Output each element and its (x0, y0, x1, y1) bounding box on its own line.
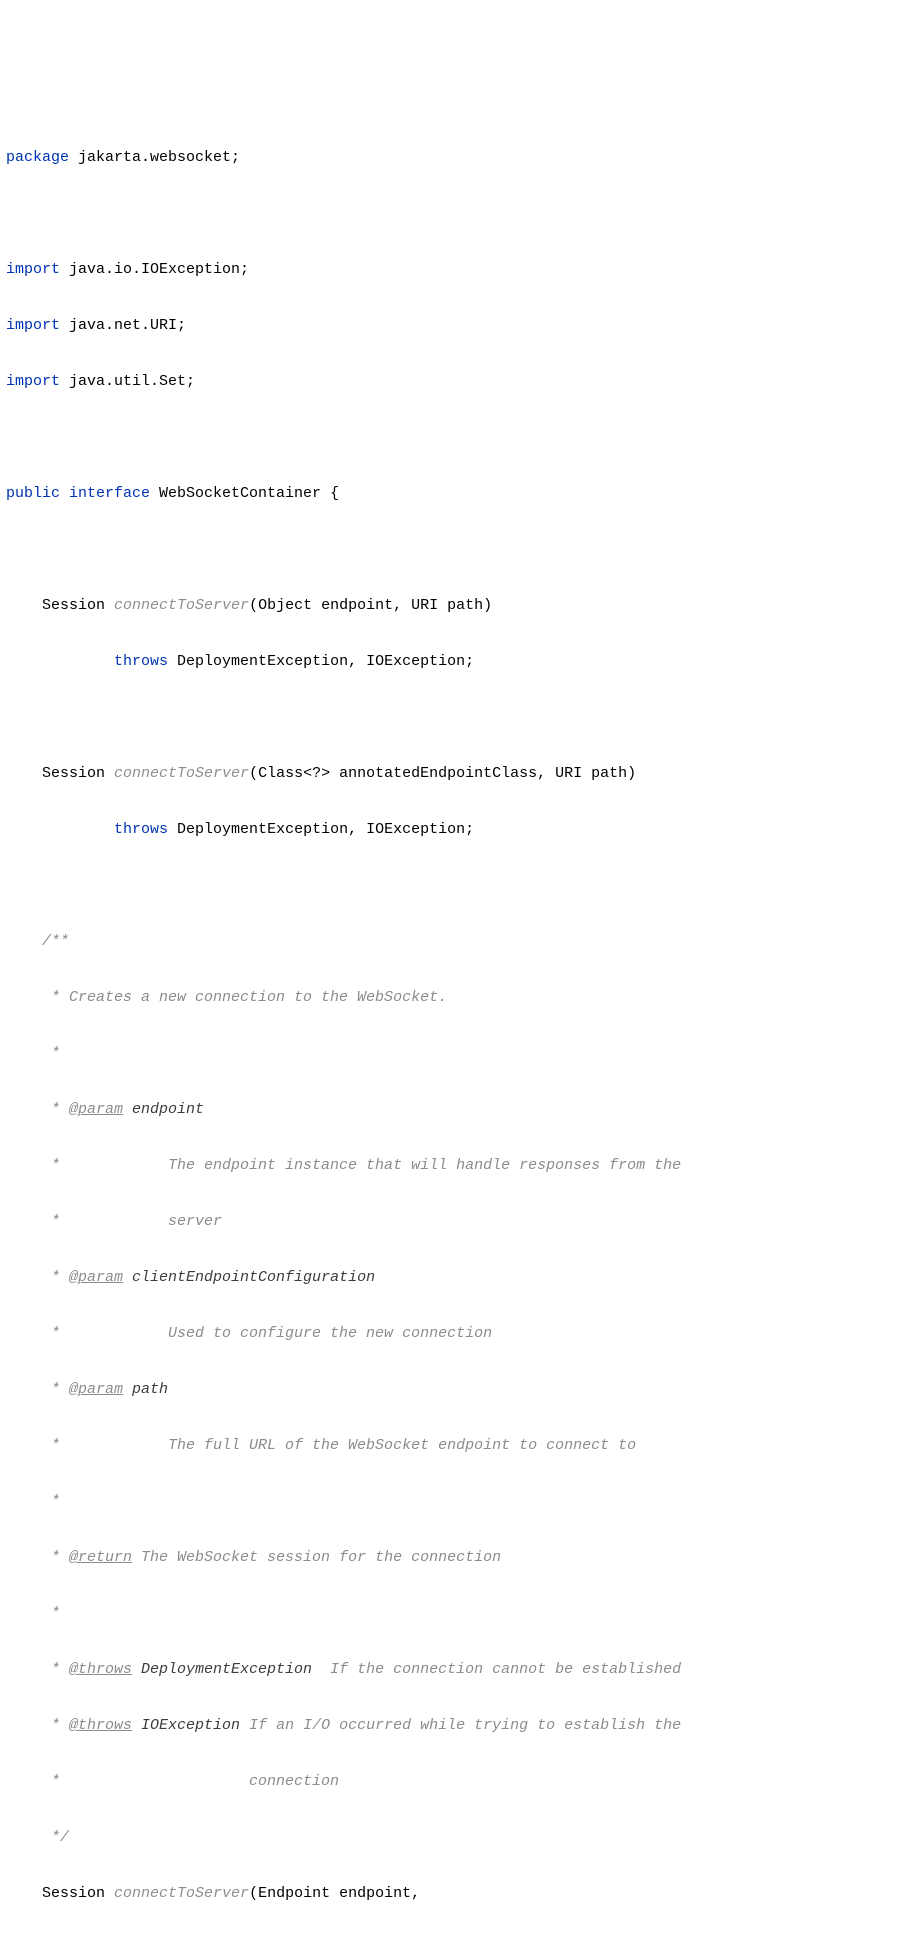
class-name: WebSocketContainer (150, 485, 330, 502)
javadoc-star: * (6, 1493, 60, 1510)
javadoc-param-tag: @param (69, 1101, 123, 1118)
javadoc-prefix: * (6, 1549, 69, 1566)
exceptions: DeploymentException, IOException; (168, 821, 474, 838)
method-name: connectToServer (114, 1885, 249, 1902)
return-type: Session (6, 765, 114, 782)
javadoc-text: * connection (6, 1773, 339, 1790)
method-name: connectToServer (114, 597, 249, 614)
code-line: ClientEndpointConfig clientEndpointConfi… (4, 1936, 897, 1940)
javadoc-throws-tag: @throws (69, 1717, 132, 1734)
javadoc-param-name: endpoint (123, 1101, 204, 1118)
blank-line (4, 424, 897, 452)
javadoc-prefix: * (6, 1269, 69, 1286)
import-name: java.net.URI; (60, 317, 186, 334)
blank-line (4, 200, 897, 228)
javadoc-line: * @param endpoint (4, 1096, 897, 1124)
javadoc-param-name: path (123, 1381, 168, 1398)
indent (6, 821, 114, 838)
javadoc-prefix: * (6, 1717, 69, 1734)
javadoc-line: * connection (4, 1768, 897, 1796)
javadoc-line: * The full URL of the WebSocket endpoint… (4, 1432, 897, 1460)
javadoc-line: * @param path (4, 1376, 897, 1404)
javadoc-line: * server (4, 1208, 897, 1236)
javadoc-prefix: * (6, 1101, 69, 1118)
code-line: public interface WebSocketContainer { (4, 480, 897, 508)
javadoc-line: * Used to configure the new connection (4, 1320, 897, 1348)
javadoc-param-tag: @param (69, 1269, 123, 1286)
package-name: jakarta.websocket; (69, 149, 240, 166)
keyword-package: package (6, 149, 69, 166)
import-name: java.io.IOException; (60, 261, 249, 278)
javadoc-line: * The endpoint instance that will handle… (4, 1152, 897, 1180)
code-line: Session connectToServer(Class<?> annotat… (4, 760, 897, 788)
javadoc-return-tag: @return (69, 1549, 132, 1566)
javadoc-open: /** (6, 933, 69, 950)
javadoc-line: * @throws DeploymentException If the con… (4, 1656, 897, 1684)
javadoc-line: /** (4, 928, 897, 956)
javadoc-exception-name: DeploymentException (132, 1661, 312, 1678)
javadoc-star: * (6, 1045, 60, 1062)
code-editor: package jakarta.websocket; import java.i… (4, 116, 897, 1940)
code-line: Session connectToServer(Endpoint endpoin… (4, 1880, 897, 1908)
javadoc-exception-name: IOException (132, 1717, 240, 1734)
exceptions: DeploymentException, IOException; (168, 653, 474, 670)
javadoc-text: If an I/O occurred while trying to estab… (240, 1717, 681, 1734)
javadoc-text: The WebSocket session for the connection (132, 1549, 501, 1566)
blank-line (4, 536, 897, 564)
javadoc-line: * (4, 1040, 897, 1068)
indent (6, 653, 114, 670)
javadoc-text: * Used to configure the new connection (6, 1325, 492, 1342)
method-params: (Object endpoint, URI path) (249, 597, 492, 614)
return-type: Session (6, 597, 114, 614)
javadoc-line: * @throws IOException If an I/O occurred… (4, 1712, 897, 1740)
javadoc-param-name: clientEndpointConfiguration (123, 1269, 375, 1286)
javadoc-star: * (6, 1605, 60, 1622)
javadoc-line: * Creates a new connection to the WebSoc… (4, 984, 897, 1012)
javadoc-line: * @return The WebSocket session for the … (4, 1544, 897, 1572)
code-line: throws DeploymentException, IOException; (4, 648, 897, 676)
keyword-import: import (6, 261, 60, 278)
javadoc-text: * Creates a new connection to the WebSoc… (6, 989, 447, 1006)
javadoc-line: * (4, 1488, 897, 1516)
return-type: Session (6, 1885, 114, 1902)
import-name: java.util.Set; (60, 373, 195, 390)
keyword-public: public (6, 485, 60, 502)
javadoc-line: * (4, 1600, 897, 1628)
keyword-import: import (6, 317, 60, 334)
javadoc-text: * server (6, 1213, 222, 1230)
method-params: (Endpoint endpoint, (249, 1885, 420, 1902)
blank-line (4, 704, 897, 732)
javadoc-text: * The endpoint instance that will handle… (6, 1157, 681, 1174)
keyword-throws: throws (114, 821, 168, 838)
method-params: (Class<?> annotatedEndpointClass, URI pa… (249, 765, 636, 782)
javadoc-prefix: * (6, 1661, 69, 1678)
javadoc-throws-tag: @throws (69, 1661, 132, 1678)
javadoc-prefix: * (6, 1381, 69, 1398)
javadoc-param-tag: @param (69, 1381, 123, 1398)
code-line: import java.io.IOException; (4, 256, 897, 284)
javadoc-text: * The full URL of the WebSocket endpoint… (6, 1437, 636, 1454)
blank-line (4, 872, 897, 900)
code-line: import java.net.URI; (4, 312, 897, 340)
javadoc-line: * @param clientEndpointConfiguration (4, 1264, 897, 1292)
javadoc-text: If the connection cannot be established (312, 1661, 681, 1678)
code-line: Session connectToServer(Object endpoint,… (4, 592, 897, 620)
keyword-interface: interface (60, 485, 150, 502)
method-name: connectToServer (114, 765, 249, 782)
code-line: package jakarta.websocket; (4, 144, 897, 172)
keyword-throws: throws (114, 653, 168, 670)
code-line: throws DeploymentException, IOException; (4, 816, 897, 844)
javadoc-close: */ (6, 1829, 69, 1846)
brace: { (330, 485, 339, 502)
javadoc-line: */ (4, 1824, 897, 1852)
keyword-import: import (6, 373, 60, 390)
code-line: import java.util.Set; (4, 368, 897, 396)
